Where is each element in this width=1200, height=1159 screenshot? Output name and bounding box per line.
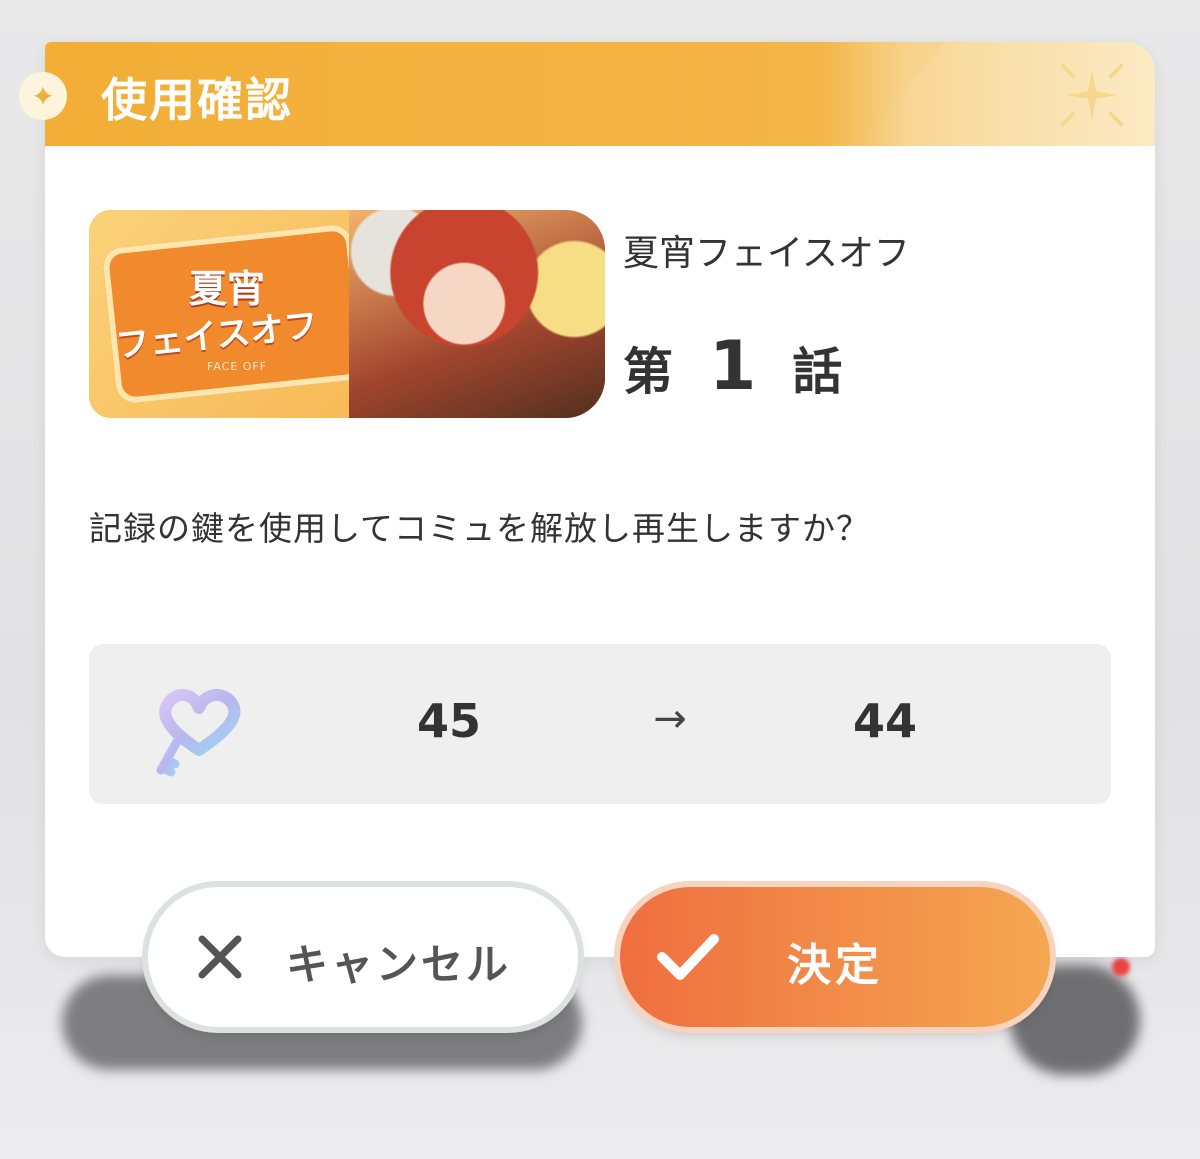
episode-prefix: 第 xyxy=(623,343,673,401)
key-cost-panel: 45 → 44 xyxy=(89,644,1111,804)
banner-logo-sub-text: FACE OFF xyxy=(207,360,268,373)
key-count-after: 44 xyxy=(852,694,917,748)
banner-character-art xyxy=(349,210,605,418)
episode-title: 夏宵フェイスオフ xyxy=(623,233,910,274)
dialog-title: 使用確認 xyxy=(101,73,293,127)
confirm-question: 記録の鍵を使用してコミュを解放し再生しますか？ xyxy=(89,509,871,548)
episode-banner: 夏宵 フェイスオフ FACE OFF xyxy=(89,210,605,418)
cancel-button-label: キャンセル xyxy=(286,940,512,989)
dialog-header: 使用確認 xyxy=(45,42,1155,146)
episode-number-line: 第 1 話 xyxy=(623,327,842,406)
confirm-dialog: 使用確認 ✦ 夏宵 フェイスオフ FACE OFF 夏宵フェイスオフ 第 1 話… xyxy=(19,42,1155,957)
header-sparkle-icon: ✦ xyxy=(19,72,67,120)
heart-key-icon xyxy=(156,688,241,777)
confirm-button[interactable]: 決定 xyxy=(620,887,1050,1027)
sparkle-icon xyxy=(1061,64,1123,126)
confirm-button-label: 決定 xyxy=(787,940,883,991)
close-icon xyxy=(198,935,242,979)
cancel-button[interactable]: キャンセル xyxy=(148,887,578,1027)
key-count-before: 45 xyxy=(416,694,481,748)
arrow-right-icon: → xyxy=(653,696,687,742)
episode-suffix: 話 xyxy=(792,343,843,401)
background-notification-dot xyxy=(1112,958,1130,976)
episode-number: 1 xyxy=(709,327,757,406)
